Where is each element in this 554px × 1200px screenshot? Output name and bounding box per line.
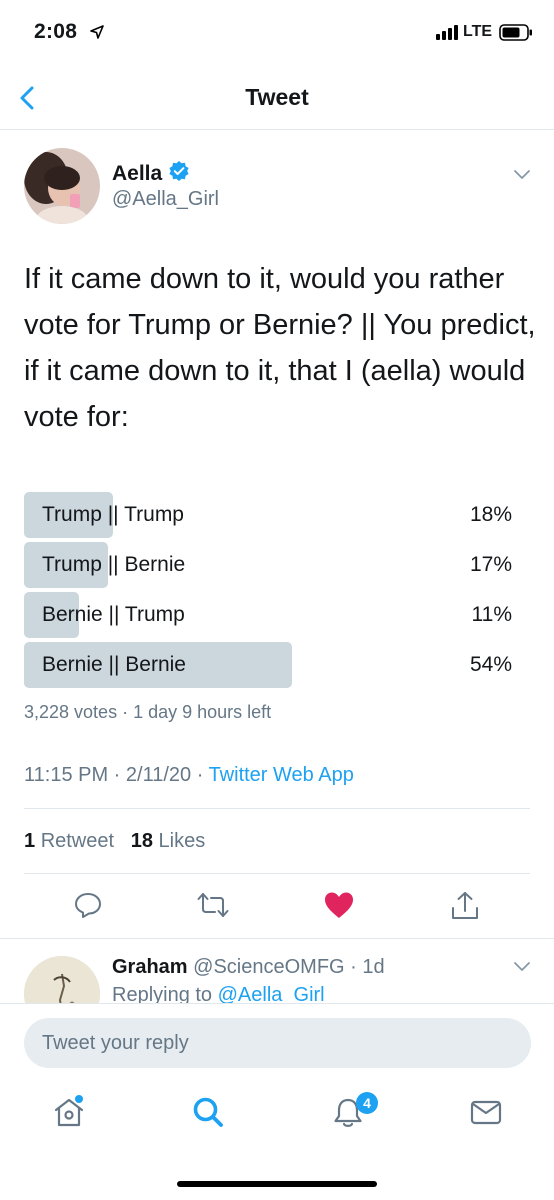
reply-header: Graham @ScienceOMFG · 1d bbox=[112, 956, 385, 979]
poll-option: Trump || Trump 18% bbox=[24, 492, 520, 538]
poll-option-label: Trump || Trump bbox=[42, 503, 184, 526]
like-label[interactable]: Likes bbox=[159, 830, 206, 852]
network-type: LTE bbox=[463, 23, 493, 40]
status-bar: 2:08 LTE bbox=[0, 0, 554, 66]
retweet-icon[interactable] bbox=[196, 890, 230, 925]
poll-option: Bernie || Trump 11% bbox=[24, 592, 520, 638]
nav-bar: Tweet bbox=[0, 66, 554, 130]
poll-option-percent: 54% bbox=[469, 653, 512, 676]
tweet-source-link[interactable]: Twitter Web App bbox=[209, 764, 354, 786]
author-name-row: Aella bbox=[112, 160, 190, 187]
reply-composer bbox=[0, 1003, 554, 1083]
poll-option-label: Bernie || Trump bbox=[42, 603, 185, 626]
verified-badge-icon bbox=[168, 160, 190, 187]
messages-envelope-icon[interactable] bbox=[469, 1095, 503, 1134]
reply-icon[interactable] bbox=[73, 890, 103, 925]
poll-option: Bernie || Bernie 54% bbox=[24, 642, 520, 688]
reply-input[interactable] bbox=[24, 1018, 531, 1068]
poll-option-percent: 18% bbox=[469, 503, 512, 526]
like-heart-icon[interactable] bbox=[323, 890, 355, 925]
divider bbox=[24, 808, 530, 809]
chevron-down-icon[interactable] bbox=[512, 168, 532, 187]
poll-option-percent: 11% bbox=[471, 603, 512, 626]
poll-option-percent: 17% bbox=[469, 553, 512, 576]
battery-icon bbox=[499, 24, 533, 46]
share-icon[interactable] bbox=[450, 890, 480, 927]
tweet-stats: 1 Retweet 18 Likes bbox=[24, 830, 205, 853]
replying-to-mention[interactable]: @Aella_Girl bbox=[218, 984, 325, 1004]
replying-to: Replying to @Aella_Girl bbox=[112, 984, 325, 1004]
retweet-label[interactable]: Retweet bbox=[41, 830, 114, 852]
home-indicator bbox=[177, 1181, 377, 1187]
location-arrow-icon bbox=[90, 25, 104, 44]
reply-author-handle[interactable]: @ScienceOMFG · 1d bbox=[193, 956, 384, 978]
author-handle[interactable]: @Aella_Girl bbox=[112, 188, 219, 211]
notifications-badge: 4 bbox=[356, 1092, 378, 1114]
status-time: 2:08 bbox=[34, 20, 78, 43]
home-icon[interactable] bbox=[52, 1095, 86, 1134]
cellular-signal-icon bbox=[436, 24, 460, 45]
divider bbox=[0, 938, 554, 939]
poll-meta: 3,228 votes · 1 day 9 hours left bbox=[24, 702, 272, 722]
page-title: Tweet bbox=[245, 84, 309, 110]
like-count[interactable]: 18 bbox=[131, 830, 153, 852]
author-name[interactable]: Aella bbox=[112, 162, 162, 186]
divider bbox=[24, 873, 530, 874]
poll-option: Trump || Bernie 17% bbox=[24, 542, 520, 588]
reply-author-name[interactable]: Graham bbox=[112, 956, 188, 978]
poll: Trump || Trump 18% Trump || Bernie 17% Berni… bbox=[24, 492, 520, 692]
chevron-down-icon[interactable] bbox=[512, 960, 532, 979]
tweet-timestamp: 11:15 PM · 2/11/20 · Twitter Web App bbox=[24, 764, 354, 787]
tweet-time: 11:15 PM · 2/11/20 · bbox=[24, 764, 209, 786]
poll-option-label: Bernie || Bernie bbox=[42, 653, 186, 676]
search-icon[interactable] bbox=[191, 1095, 225, 1134]
author-avatar[interactable] bbox=[24, 148, 100, 224]
poll-option-label: Trump || Bernie bbox=[42, 553, 186, 576]
retweet-count[interactable]: 1 bbox=[24, 830, 35, 852]
replying-to-prefix: Replying to bbox=[112, 984, 218, 1004]
tweet-actions bbox=[0, 880, 554, 934]
tweet-text: If it came down to it, would you rather … bbox=[24, 263, 536, 433]
